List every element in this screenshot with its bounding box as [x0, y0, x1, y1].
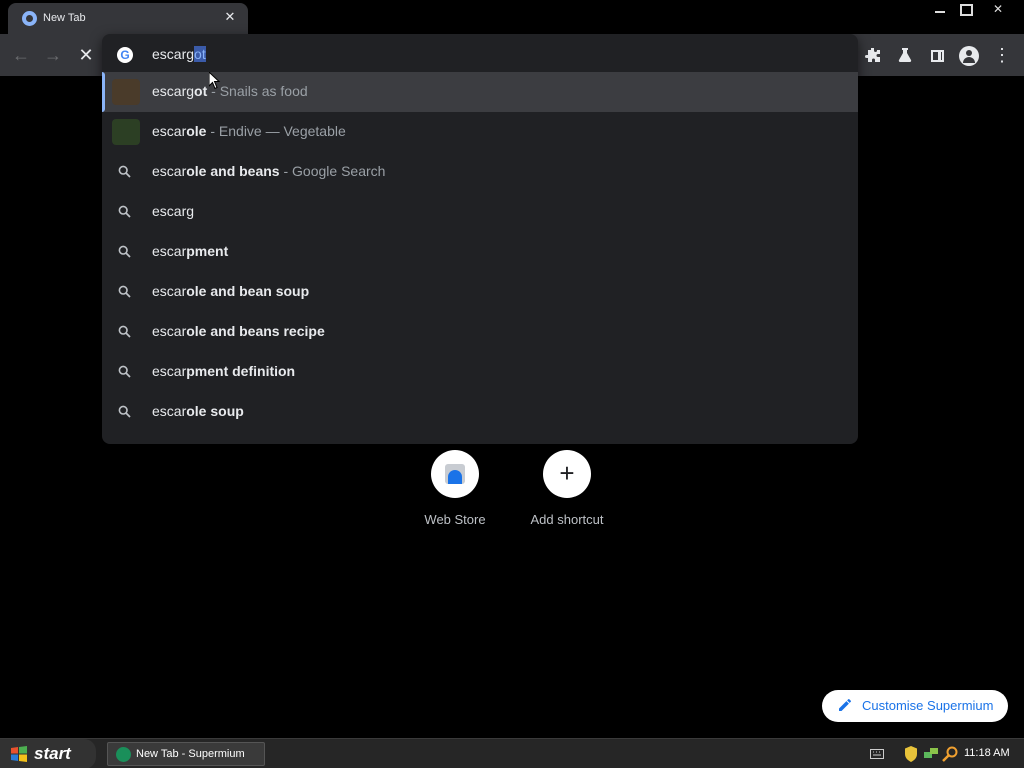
address-bar-input[interactable]: G escargot — [102, 34, 858, 76]
omnibox-suggestion[interactable]: escarpment definition — [102, 352, 858, 392]
taskbar-window-button[interactable]: New Tab - Supermium — [107, 742, 265, 766]
suggestion-text: escarole and beans - Google Search — [152, 163, 385, 179]
web-store-tile — [431, 450, 479, 498]
omnibox-suggestion[interactable]: escarole and bean soup — [102, 272, 858, 312]
typed-text: escarg — [152, 46, 195, 62]
forward-arrow-icon[interactable]: → — [42, 44, 64, 66]
suggestion-text: escarole and beans recipe — [152, 323, 325, 339]
suggestion-completion: pment definition — [186, 363, 296, 379]
suggestion-match: escar — [152, 363, 187, 379]
suggestion-text: escargot - Snails as food — [152, 83, 308, 99]
supermium-app-icon — [116, 747, 131, 762]
selected-indicator — [102, 72, 105, 112]
stop-loading-icon[interactable]: ✕ — [75, 44, 97, 66]
omnibox-suggestion[interactable]: escarole and beans recipe — [102, 312, 858, 352]
system-tray: 11:18 AM — [862, 739, 1024, 768]
google-logo-icon: G — [117, 47, 133, 63]
customise-button[interactable]: Customise Supermium — [822, 690, 1008, 722]
suggestion-completion: ole soup — [186, 403, 244, 419]
window-minimize-button[interactable] — [928, 0, 952, 18]
suggestion-text: escarpment — [152, 243, 228, 259]
suggestion-completion: pment — [186, 243, 229, 259]
suggestion-text: escarg — [152, 203, 194, 219]
tab-new-tab[interactable]: New Tab ✕ — [8, 3, 248, 34]
network-icon[interactable] — [923, 746, 939, 762]
search-icon — [118, 245, 132, 259]
add-shortcut-tile: + — [543, 450, 591, 498]
suggestion-completion: ole and bean soup — [186, 283, 310, 299]
suggestion-match: escarg — [152, 83, 195, 99]
labs-flask-icon[interactable] — [894, 44, 916, 66]
more-menu-icon[interactable]: ⋮ — [991, 44, 1013, 66]
suggestion-description: - Snails as food — [207, 83, 308, 99]
search-magnifier-icon[interactable] — [942, 746, 958, 762]
suggestion-match: escar — [152, 323, 187, 339]
suggestion-match: escarg — [152, 203, 195, 219]
web-store-icon — [445, 464, 465, 484]
pencil-icon — [838, 698, 854, 714]
keyboard-icon[interactable] — [870, 747, 886, 763]
profile-avatar-icon[interactable] — [958, 44, 980, 67]
suggestion-text: escarpment definition — [152, 363, 295, 379]
suggestion-completion: ole and beans recipe — [186, 323, 325, 339]
address-bar-text[interactable]: escargot — [152, 46, 206, 62]
tab-title: New Tab — [43, 12, 86, 24]
search-icon — [118, 325, 132, 339]
omnibox-suggestion[interactable]: escarole soup — [102, 392, 858, 432]
entity-thumbnail-icon — [112, 119, 140, 145]
autocomplete-selection: ot — [194, 46, 206, 62]
suggestion-description: - Google Search — [279, 163, 386, 179]
screen: New Tab ✕ ✕ ← → ✕ ⋮ G escargot escargot … — [0, 0, 1024, 768]
taskbar: start New Tab - Supermium 11:18 AM — [0, 738, 1024, 768]
customise-label: Customise Supermium — [862, 698, 994, 713]
shortcut-label: Web Store — [424, 512, 486, 527]
plus-icon: + — [559, 458, 575, 488]
search-icon — [118, 205, 132, 219]
start-label: start — [34, 744, 71, 763]
suggestion-completion: ot — [194, 83, 208, 99]
search-icon — [118, 365, 132, 379]
suggestion-match: escar — [152, 123, 187, 139]
start-button[interactable]: start — [0, 739, 96, 768]
security-shield-icon[interactable] — [904, 746, 920, 762]
suggestion-match: escar — [152, 403, 187, 419]
side-panel-icon[interactable] — [926, 44, 948, 66]
search-icon — [118, 165, 132, 179]
tab-close-icon[interactable]: ✕ — [222, 9, 238, 25]
taskbar-window-label: New Tab - Supermium — [136, 748, 245, 760]
suggestion-completion: ole and beans — [186, 163, 280, 179]
omnibox-suggestion[interactable]: escarg — [102, 192, 858, 232]
entity-thumbnail-icon — [112, 79, 140, 105]
suggestion-text: escarole - Endive — Vegetable — [152, 123, 346, 139]
suggestion-match: escar — [152, 243, 187, 259]
window-close-button[interactable]: ✕ — [986, 0, 1010, 18]
windows-flag-icon — [11, 746, 27, 762]
omnibox-suggestion[interactable]: escarpment — [102, 232, 858, 272]
omnibox-suggestion[interactable]: escarole - Endive — Vegetable — [102, 112, 858, 152]
suggestion-match: escar — [152, 163, 187, 179]
shortcut-label: Add shortcut — [530, 512, 604, 527]
suggestion-description: - Endive — Vegetable — [206, 123, 346, 139]
suggestion-match: escar — [152, 283, 187, 299]
back-arrow-icon[interactable]: ← — [10, 44, 32, 66]
omnibox-dropdown: G escargot escargot - Snails as food esca… — [102, 34, 858, 444]
tab-strip: New Tab ✕ ✕ — [0, 0, 1024, 34]
extensions-puzzle-icon[interactable] — [862, 44, 884, 66]
omnibox-suggestion[interactable]: escarole and beans - Google Search — [102, 152, 858, 192]
window-restore-button[interactable] — [953, 0, 977, 18]
suggestion-text: escarole and bean soup — [152, 283, 309, 299]
suggestion-completion: ole — [186, 123, 207, 139]
new-tab-favicon-icon — [22, 11, 37, 26]
shortcut-add[interactable]: + Add shortcut — [512, 450, 622, 530]
shortcut-web-store[interactable]: Web Store — [400, 450, 510, 530]
taskbar-clock: 11:18 AM — [964, 747, 1010, 759]
search-icon — [118, 405, 132, 419]
suggestion-text: escarole soup — [152, 403, 244, 419]
search-icon — [118, 285, 132, 299]
